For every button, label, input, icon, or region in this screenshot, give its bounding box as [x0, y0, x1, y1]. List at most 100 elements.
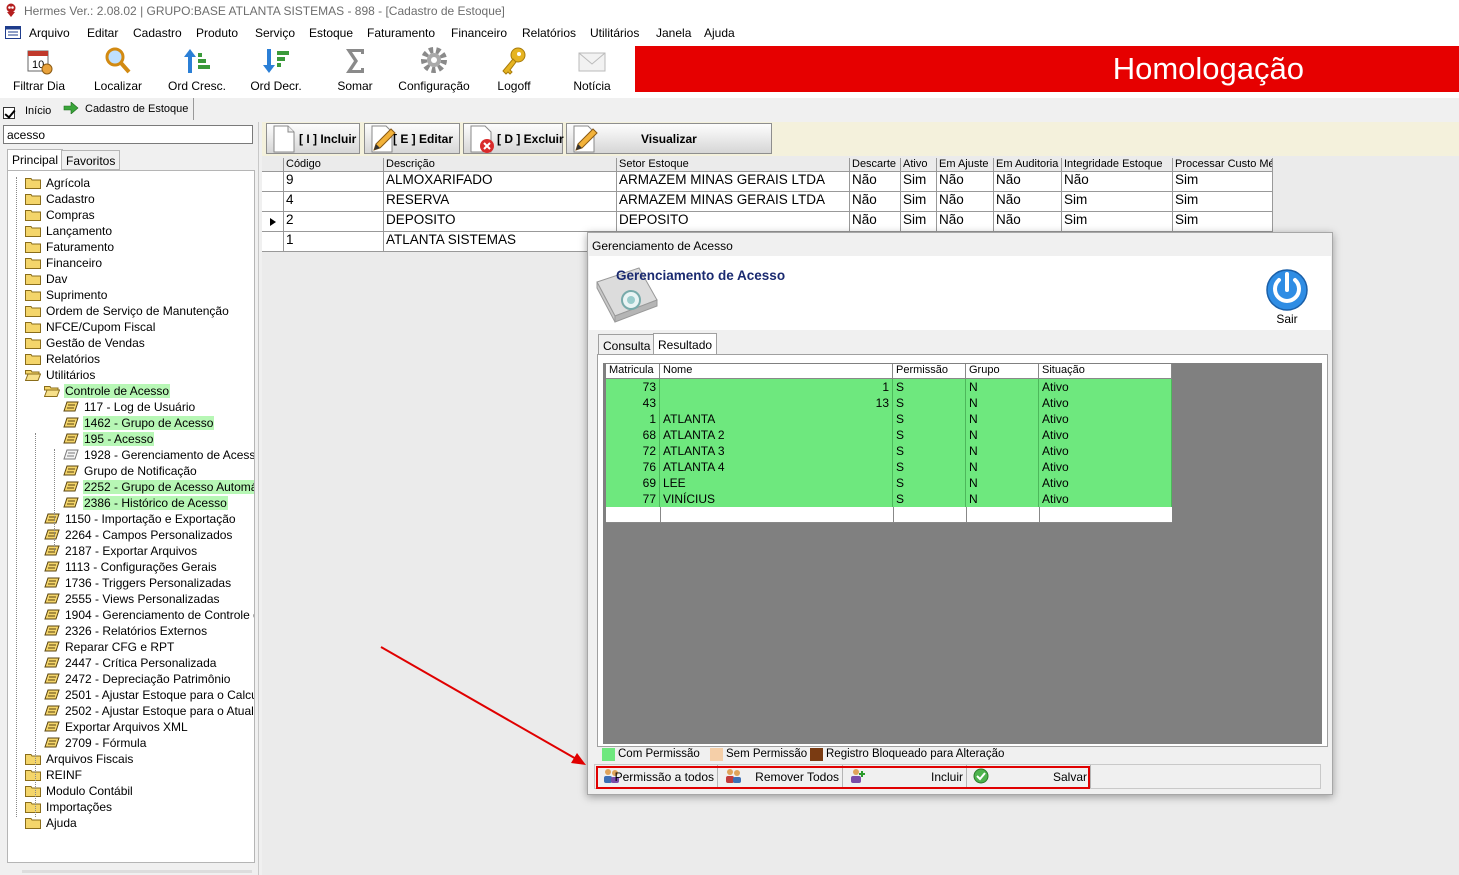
permission-row[interactable]: 73 1 S N Ativo	[606, 379, 1172, 395]
row-indicator[interactable]	[262, 192, 284, 212]
menu-relatorios[interactable]: Relatórios	[522, 26, 576, 40]
grid-cell[interactable]: Não	[850, 212, 901, 232]
ord-decr-button[interactable]: Ord Decr.	[244, 44, 308, 98]
grid-column-header[interactable]: Em Auditoria	[994, 158, 1062, 172]
grid-cell[interactable]: Não	[937, 212, 994, 232]
grid-cell[interactable]: DEPOSITO	[384, 212, 617, 232]
grid-column-header[interactable]: Ativo	[901, 158, 937, 172]
menu-servico[interactable]: Serviço	[255, 26, 295, 40]
grid-column-header[interactable]: Código	[284, 158, 384, 172]
permission-row[interactable]: 76 ATLANTA 4 S N Ativo	[606, 459, 1172, 475]
row-indicator[interactable]	[262, 232, 284, 252]
grid-cell[interactable]: Não	[850, 172, 901, 192]
menu-utilitarios[interactable]: Utilitários	[590, 26, 639, 40]
grid-cell[interactable]: Não	[1062, 172, 1173, 192]
permission-empty-row[interactable]	[606, 507, 1172, 523]
permission-cell: N	[966, 491, 1039, 507]
menu-financeiro[interactable]: Financeiro	[451, 26, 507, 40]
grid-cell[interactable]: Não	[994, 192, 1062, 212]
menu-editar[interactable]: Editar	[87, 26, 118, 40]
tab-inicio[interactable]: Início	[25, 105, 51, 117]
somar-button[interactable]: Somar	[326, 44, 384, 98]
menu-faturamento[interactable]: Faturamento	[367, 26, 435, 40]
grid-cell[interactable]: 9	[284, 172, 384, 192]
logoff-button[interactable]: Logoff	[486, 44, 542, 98]
permission-row[interactable]: 69 LEE S N Ativo	[606, 475, 1172, 491]
excluir-button[interactable]: [ D ] Excluir	[463, 123, 564, 154]
permissao-todos-button[interactable]: Permissão a todos	[599, 765, 718, 788]
grid-cell[interactable]: Não	[850, 192, 901, 212]
grid-cell[interactable]: Sim	[1062, 192, 1173, 212]
ord-cresc-button[interactable]: Ord Cresc.	[164, 44, 230, 98]
permission-column-header[interactable]: Nome	[660, 364, 893, 379]
grid-cell[interactable]: Sim	[1173, 192, 1273, 212]
grid-cell[interactable]: ARMAZEM MINAS GERAIS LTDA	[617, 192, 850, 212]
grid-column-header[interactable]: Descrição	[384, 158, 617, 172]
inicio-checkbox[interactable]	[3, 107, 15, 119]
noticia-button[interactable]: Notícia	[564, 44, 620, 98]
configuracao-button[interactable]: Configuração	[396, 44, 472, 98]
sair-button[interactable]: Sair	[1261, 264, 1313, 328]
incluir-button[interactable]: [ I ] Incluir	[266, 123, 360, 154]
menu-ajuda[interactable]: Ajuda	[704, 26, 735, 40]
grid-cell[interactable]: Sim	[1173, 212, 1273, 232]
tab-cadastro-estoque[interactable]: Cadastro de Estoque	[58, 98, 194, 120]
permission-column-header[interactable]: Situação	[1039, 364, 1172, 379]
grid-column-header[interactable]: Integridade Estoque	[1062, 158, 1173, 172]
grid-cell[interactable]: Sim	[901, 212, 937, 232]
grid-column-header[interactable]: Em Ajuste	[937, 158, 994, 172]
permission-cell: Ativo	[1039, 411, 1172, 427]
filtrar-dia-button[interactable]: 10 Filtrar Dia	[8, 44, 70, 98]
tab-resultado[interactable]: Resultado	[653, 333, 718, 355]
menu-search-input[interactable]	[3, 125, 253, 144]
salvar-button[interactable]: Salvar	[969, 765, 1091, 788]
grid-cell[interactable]: Sim	[901, 172, 937, 192]
row-indicator[interactable]	[262, 172, 284, 192]
window-menu-icon[interactable]	[5, 26, 21, 39]
grid-cell[interactable]: Não	[937, 192, 994, 212]
permission-row[interactable]: 72 ATLANTA 3 S N Ativo	[606, 443, 1172, 459]
permission-row[interactable]: 43 13 S N Ativo	[606, 395, 1172, 411]
row-indicator[interactable]	[262, 212, 284, 232]
grid-column-header[interactable]: Setor Estoque	[617, 158, 850, 172]
permission-column-header[interactable]: Grupo	[966, 364, 1039, 379]
permission-column-header[interactable]: Permissão	[893, 364, 966, 379]
grid-cell[interactable]: Não	[994, 212, 1062, 232]
grid-cell[interactable]: Sim	[901, 192, 937, 212]
grid-cell[interactable]: 4	[284, 192, 384, 212]
grid-cell[interactable]: 2	[284, 212, 384, 232]
grid-cell[interactable]: DEPOSITO	[617, 212, 850, 232]
visualizar-button[interactable]: Visualizar	[566, 123, 772, 154]
grid-cell[interactable]: Não	[937, 172, 994, 192]
editar-button[interactable]: [ E ] Editar	[364, 123, 460, 154]
grid-cell[interactable]: RESERVA	[384, 192, 617, 212]
tab-principal[interactable]: Principal	[7, 149, 64, 171]
grid-cell[interactable]: Não	[994, 172, 1062, 192]
permission-row[interactable]: 68 ATLANTA 2 S N Ativo	[606, 427, 1172, 443]
grid-column-header[interactable]: Processar Custo Mé	[1173, 158, 1273, 172]
form-icon	[44, 705, 60, 716]
localizar-button[interactable]: Localizar	[88, 44, 148, 98]
permission-row[interactable]: 77 VINÍCIUS S N Ativo	[606, 491, 1172, 507]
permission-row[interactable]: 1 ATLANTA S N Ativo	[606, 411, 1172, 427]
tab-consulta[interactable]: Consulta	[598, 334, 656, 355]
horizontal-scrollbar[interactable]	[22, 870, 252, 873]
incluir-dialog-button[interactable]: Incluir	[845, 765, 967, 788]
grid-cell[interactable]: Sim	[1062, 212, 1173, 232]
menu-produto[interactable]: Produto	[196, 26, 238, 40]
menu-cadastro[interactable]: Cadastro	[133, 26, 182, 40]
tab-favoritos[interactable]: Favoritos	[61, 150, 121, 170]
grid-cell[interactable]: ALMOXARIFADO	[384, 172, 617, 192]
menu-estoque[interactable]: Estoque	[309, 26, 353, 40]
remover-todos-button[interactable]: Remover Todos	[721, 765, 843, 788]
menu-janela[interactable]: Janela	[656, 26, 691, 40]
grid-cell[interactable]: ARMAZEM MINAS GERAIS LTDA	[617, 172, 850, 192]
menu-arquivo[interactable]: Arquivo	[29, 26, 70, 40]
grid-cell[interactable]: Sim	[1173, 172, 1273, 192]
permission-column-header[interactable]: Matricula	[606, 364, 660, 379]
grid-cell[interactable]: ATLANTA SISTEMAS	[384, 232, 594, 252]
permission-cell: N	[966, 379, 1039, 395]
grid-cell[interactable]: 1	[284, 232, 384, 252]
grid-column-header[interactable]: Descarte	[850, 158, 901, 172]
folder-icon	[25, 258, 41, 269]
